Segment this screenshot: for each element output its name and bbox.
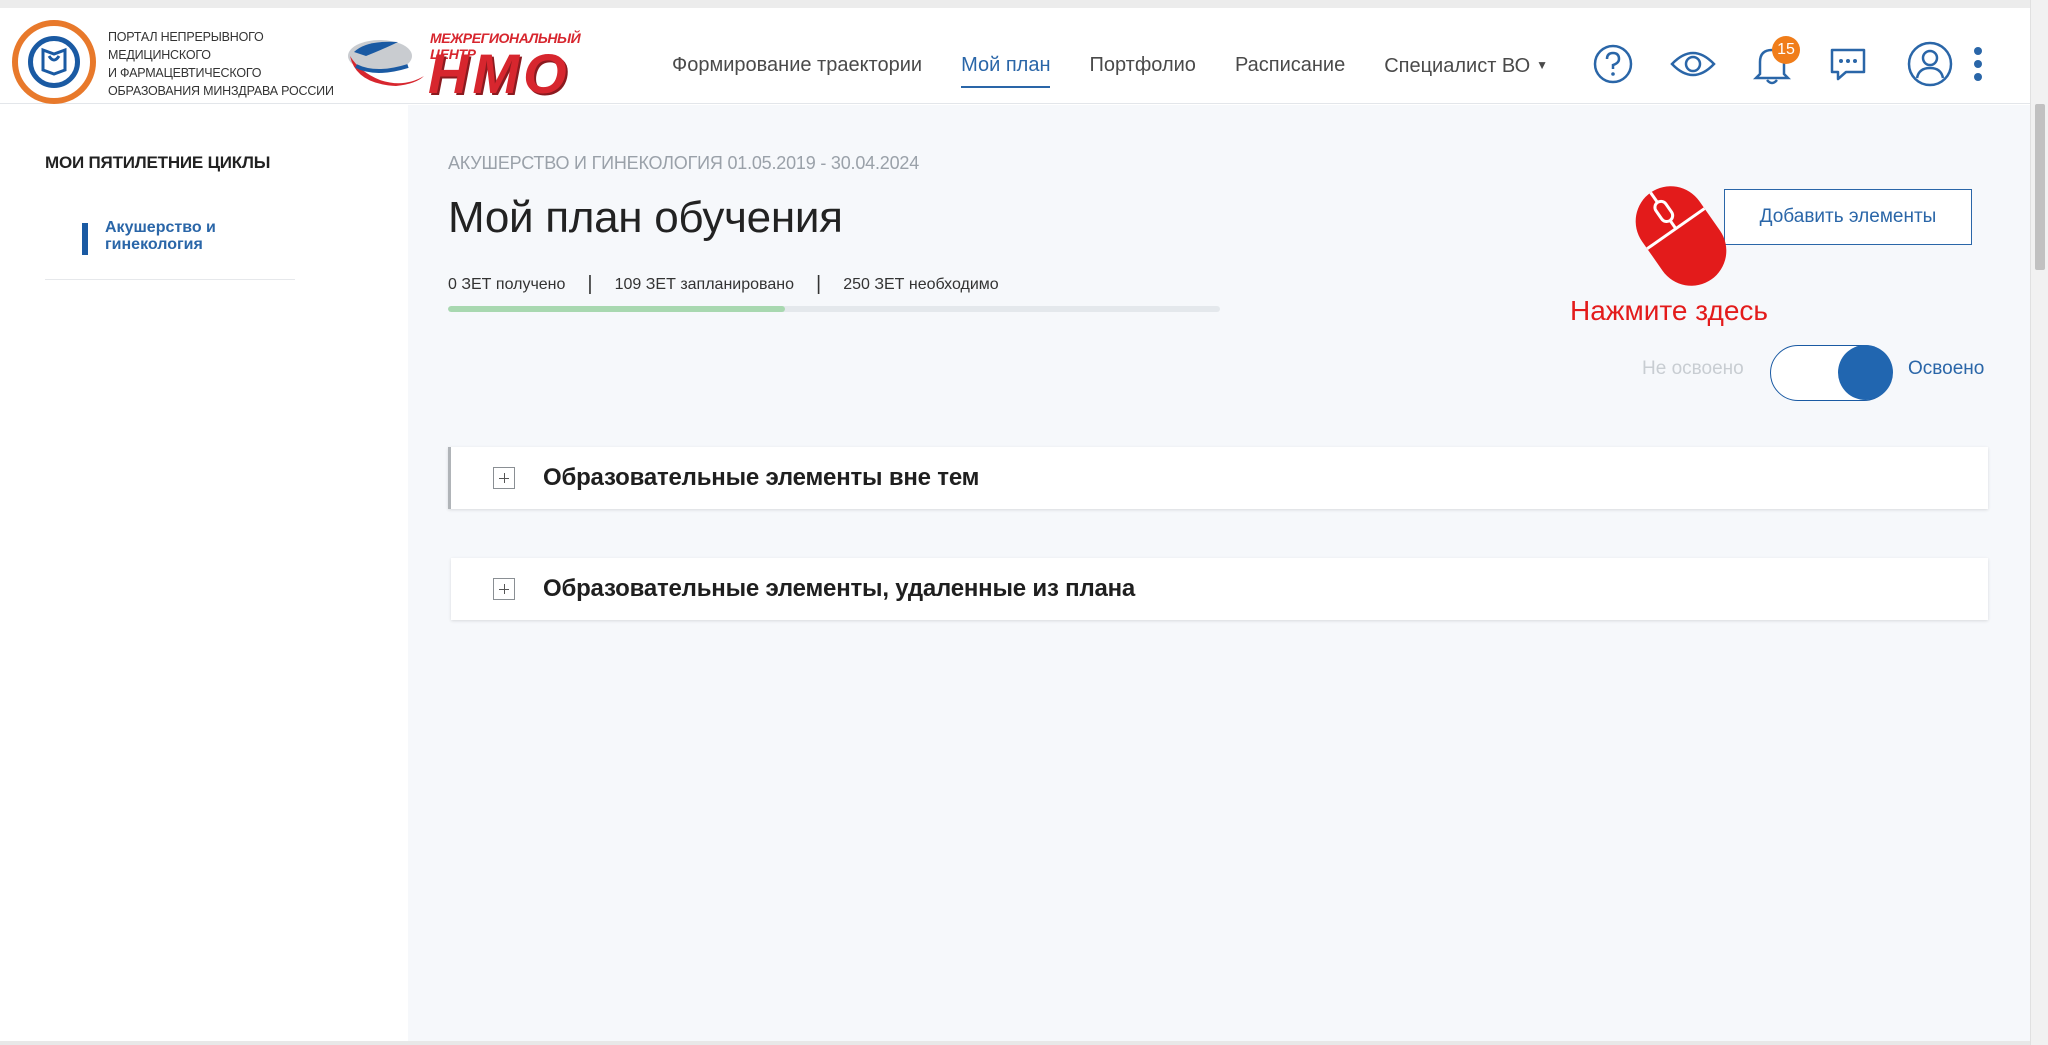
mastered-toggle[interactable] <box>1770 345 1893 401</box>
more-vertical-icon <box>1974 47 1982 81</box>
top-header: ПОРТАЛ НЕПРЕРЫВНОГО МЕДИЦИНСКОГО И ФАРМА… <box>0 0 2030 104</box>
toggle-on-label: Освоено <box>1908 358 1985 379</box>
nmo-title: НМО <box>428 42 571 105</box>
nav-my-plan[interactable]: Мой план <box>961 48 1051 88</box>
page-scrollbar[interactable] <box>2030 0 2048 1045</box>
zet-progress-bar <box>448 306 1220 312</box>
notification-badge: 15 <box>1772 36 1800 64</box>
book-icon <box>41 47 67 76</box>
scrollbar-thumb[interactable] <box>2035 104 2045 270</box>
nav-portfolio[interactable]: Портфолио <box>1089 48 1195 88</box>
zet-stats: 0 ЗЕТ получено | 109 ЗЕТ запланировано |… <box>448 273 999 296</box>
panel-title: Образовательные элементы вне тем <box>543 464 980 491</box>
portal-logo[interactable] <box>12 20 96 104</box>
main-content: АКУШЕРСТВО И ГИНЕКОЛОГИЯ 01.05.2019 - 30… <box>408 105 2030 1041</box>
portal-name: ПОРТАЛ НЕПРЕРЫВНОГО МЕДИЦИНСКОГО И ФАРМА… <box>108 30 334 98</box>
specialist-label: Специалист ВО <box>1384 55 1531 77</box>
expand-plus-icon[interactable] <box>493 578 515 600</box>
sidebar-item-label: Акушерство и гинекология <box>105 219 216 253</box>
zet-required: 250 ЗЕТ необходимо <box>843 275 999 293</box>
expand-plus-icon[interactable] <box>493 467 515 489</box>
nmo-logo[interactable]: МЕЖРЕГИОНАЛЬНЫЙ ЦЕНТР НМО <box>346 22 606 102</box>
sidebar-title: МОИ ПЯТИЛЕТНИЕ ЦИКЛЫ <box>45 153 271 172</box>
more-menu-button[interactable] <box>1964 42 1992 86</box>
zet-received: 0 ЗЕТ получено <box>448 275 566 293</box>
caret-down-icon: ▼ <box>1536 58 1549 72</box>
add-elements-button[interactable]: Добавить элементы <box>1724 189 1972 245</box>
divider: | <box>587 273 593 295</box>
page-title: Мой план обучения <box>448 193 843 242</box>
help-button[interactable] <box>1591 42 1635 86</box>
nmo-swoosh-icon <box>348 40 424 86</box>
panel-outside-topics[interactable]: Образовательные элементы вне тем <box>448 447 1988 509</box>
nav-schedule[interactable]: Расписание <box>1235 48 1345 88</box>
click-hint: Нажмите здесь <box>1570 295 1768 326</box>
divider: | <box>815 273 822 295</box>
mouse-click-icon <box>1635 186 1727 286</box>
toggle-knob <box>1838 345 1893 400</box>
user-icon <box>1907 41 1953 87</box>
sidebar-divider <box>45 279 295 280</box>
active-indicator <box>82 223 88 255</box>
messages-button[interactable] <box>1826 42 1870 86</box>
chat-icon <box>1830 48 1866 81</box>
help-icon <box>1593 44 1633 84</box>
visibility-button[interactable] <box>1670 42 1716 86</box>
sidebar: МОИ ПЯТИЛЕТНИЕ ЦИКЛЫ Акушерство и гинеко… <box>0 105 408 1041</box>
profile-button[interactable] <box>1906 40 1954 88</box>
progress-fill <box>448 306 785 312</box>
main-nav: Формирование траектории Мой план Портфол… <box>672 48 1587 88</box>
breadcrumb: АКУШЕРСТВО И ГИНЕКОЛОГИЯ 01.05.2019 - 30… <box>448 153 920 173</box>
nav-specialist-dropdown[interactable]: Специалист ВО ▼ <box>1384 48 1548 88</box>
panel-title: Образовательные элементы, удаленные из п… <box>543 575 1136 602</box>
nav-trajectory[interactable]: Формирование траектории <box>672 48 922 88</box>
zet-planned: 109 ЗЕТ запланировано <box>614 275 794 293</box>
eye-icon <box>1670 51 1716 77</box>
toggle-off-label: Не освоено <box>1642 358 1744 379</box>
panel-removed-from-plan[interactable]: Образовательные элементы, удаленные из п… <box>451 558 1988 620</box>
bottom-border <box>0 1041 2030 1045</box>
